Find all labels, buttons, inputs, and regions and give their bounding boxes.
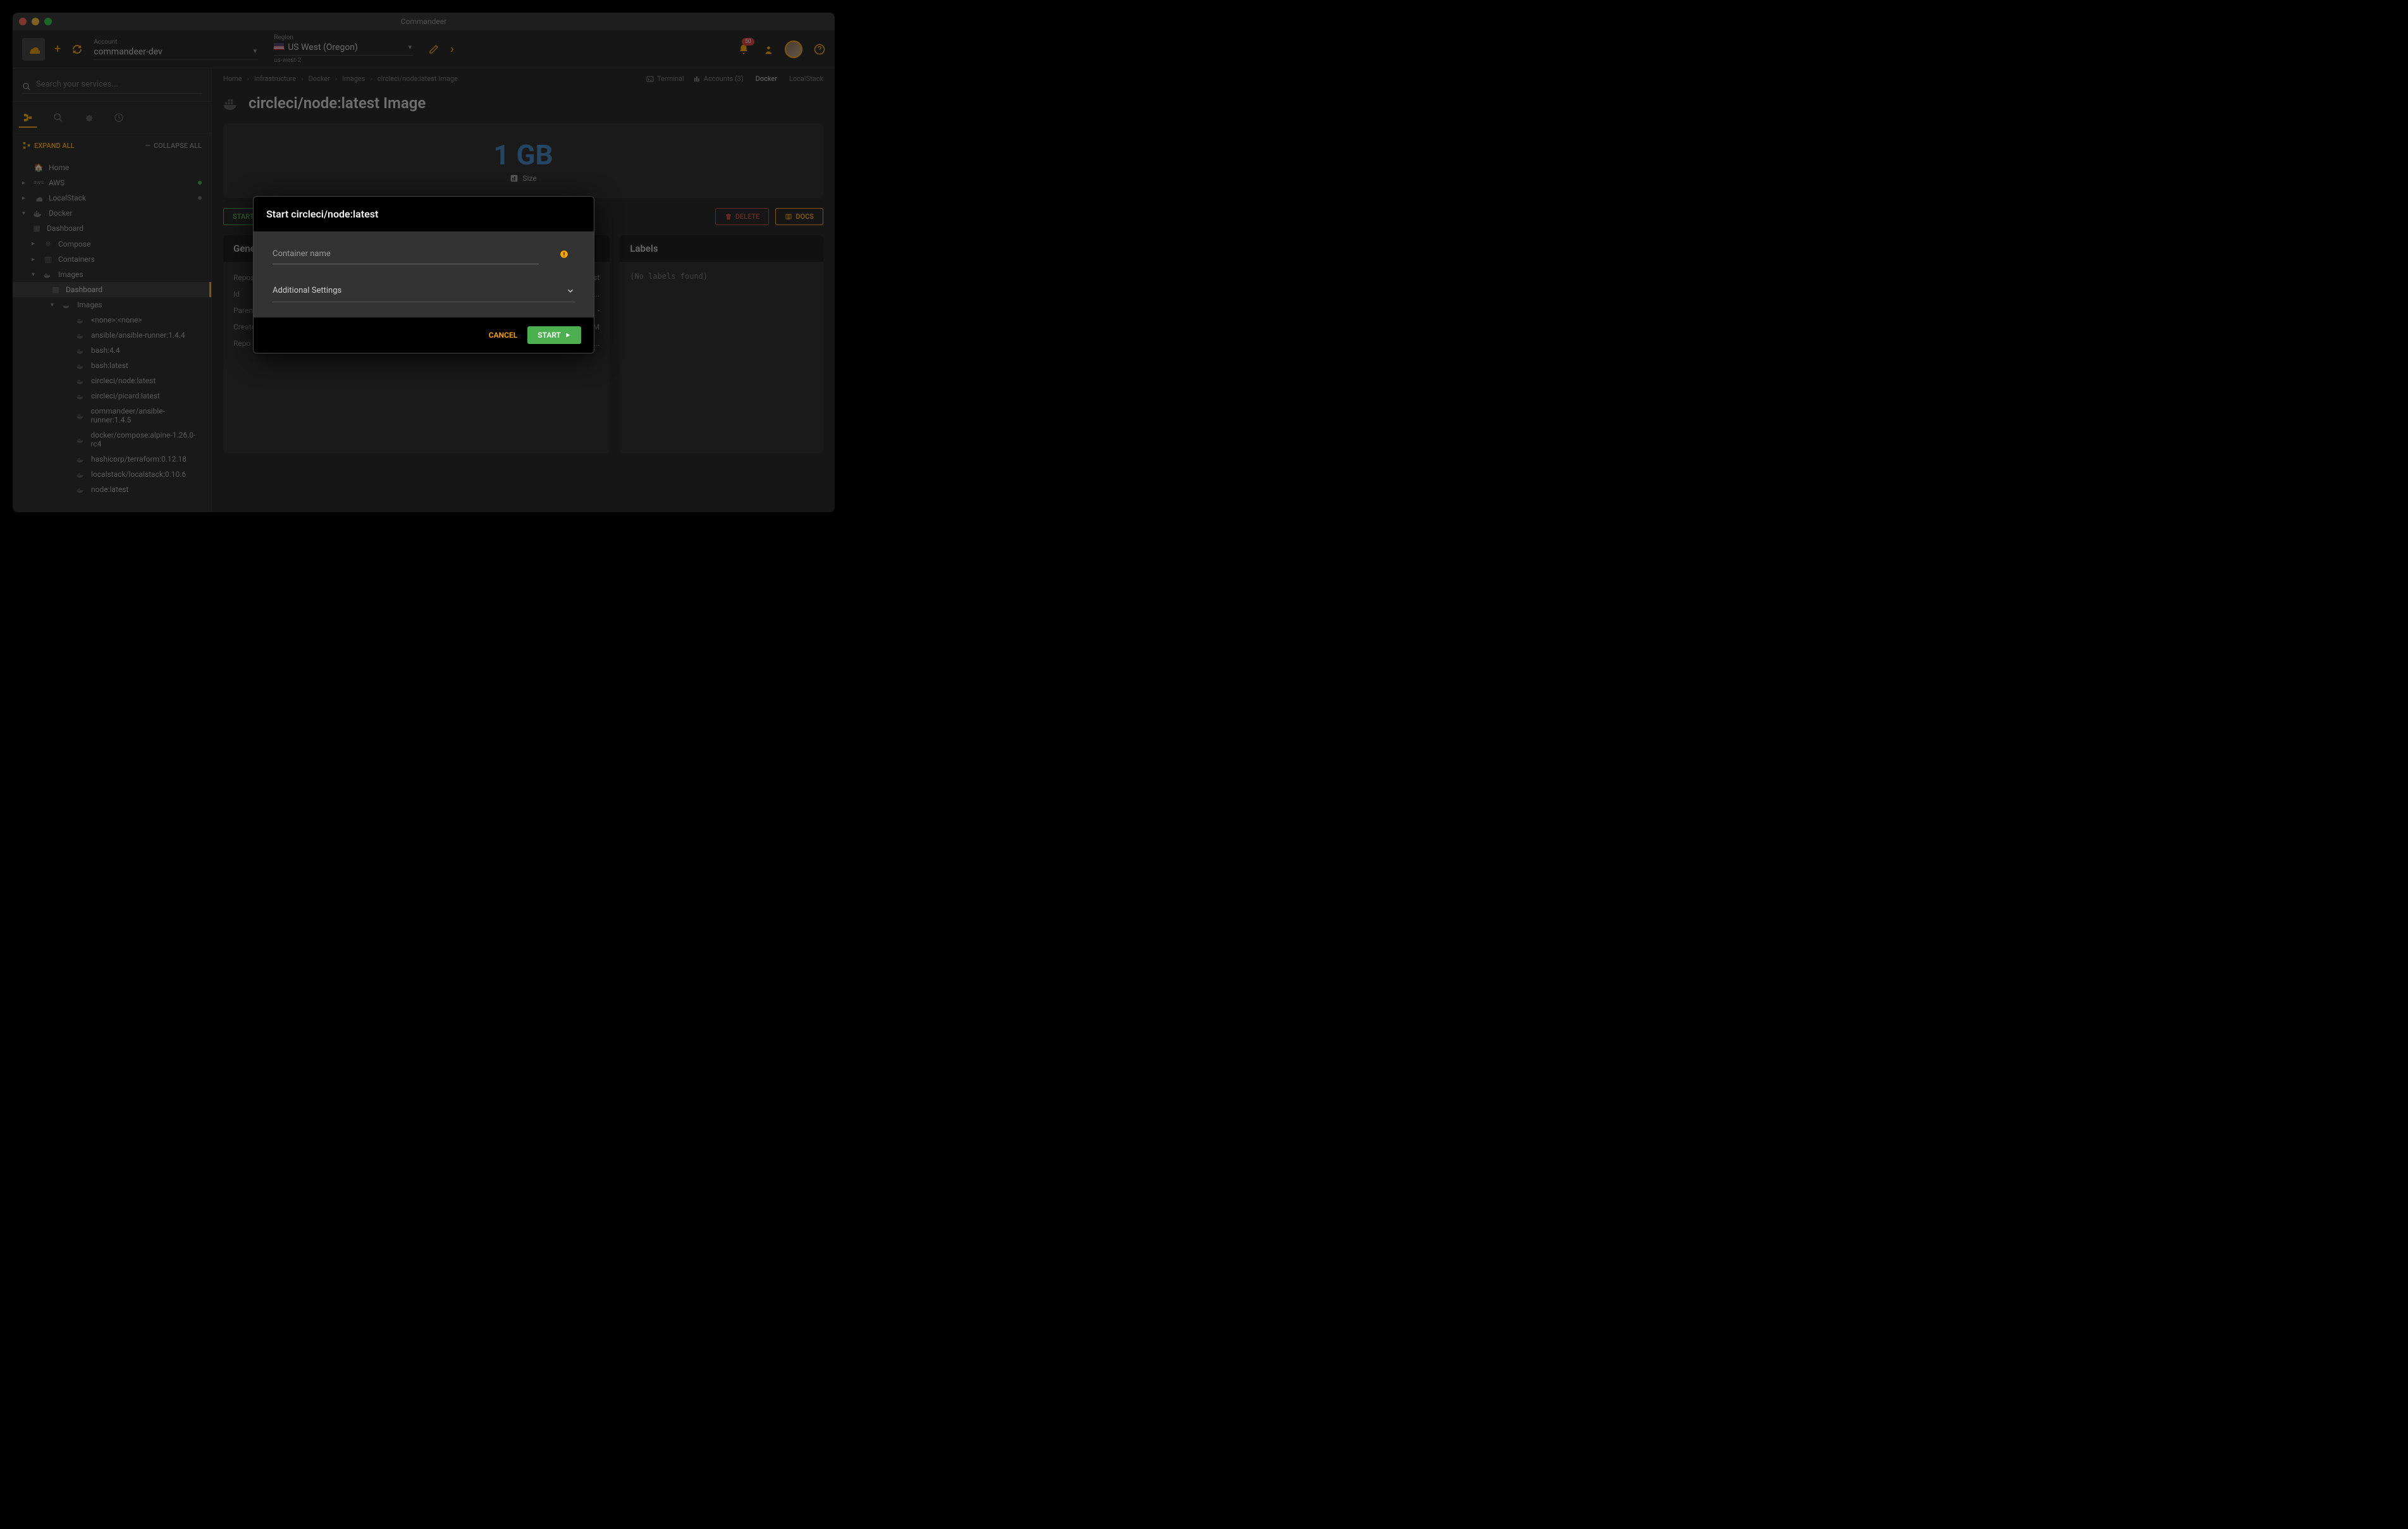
chevron-down-icon bbox=[566, 286, 575, 295]
additional-settings-label: Additional Settings bbox=[273, 286, 341, 295]
cancel-button[interactable]: CANCEL bbox=[489, 331, 517, 340]
modal-overlay[interactable]: Start circleci/node:latest Additional Se… bbox=[13, 13, 835, 512]
dialog-title: Start circleci/node:latest bbox=[254, 197, 594, 231]
dialog-start-button[interactable]: START bbox=[527, 326, 581, 344]
warning-icon bbox=[560, 249, 568, 259]
container-name-input[interactable] bbox=[273, 244, 539, 264]
start-container-dialog: Start circleci/node:latest Additional Se… bbox=[253, 196, 594, 353]
additional-settings-toggle[interactable]: Additional Settings bbox=[273, 279, 575, 302]
